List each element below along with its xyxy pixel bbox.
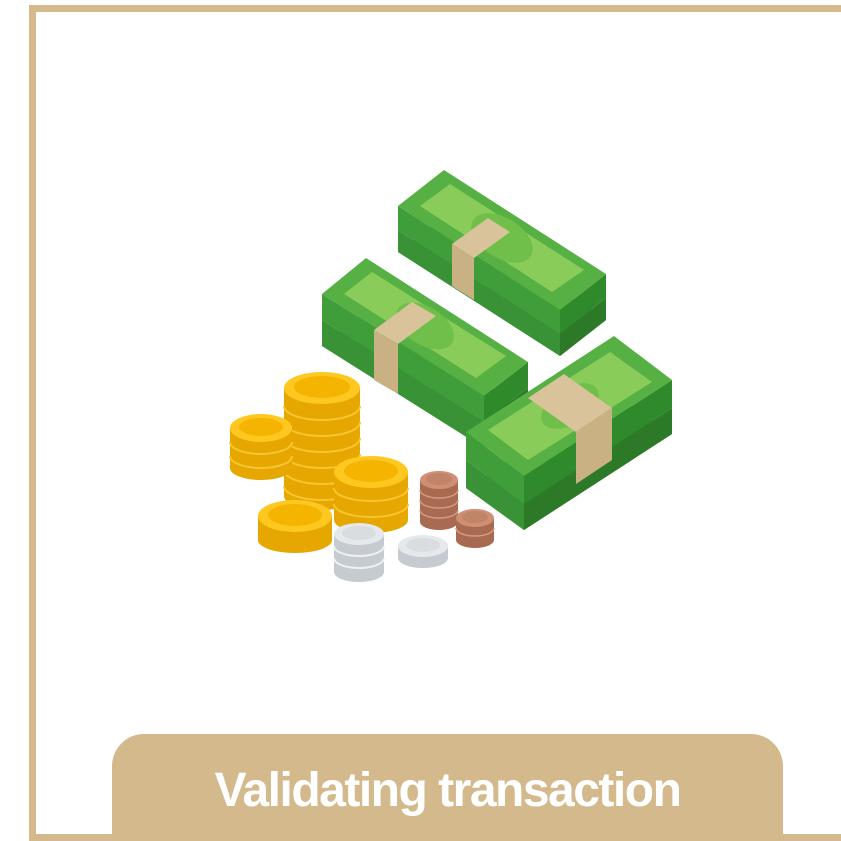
- gold-coin-stack-middle: [333, 456, 409, 533]
- silver-coin: [398, 535, 448, 568]
- gold-coin-stack-left: [229, 414, 293, 480]
- gold-coin-stack-bottom: [258, 500, 332, 553]
- money-stack-icon: [229, 170, 672, 582]
- caption-text: Validating transaction: [214, 763, 682, 817]
- copper-coin-stack-tall: [419, 471, 459, 530]
- caption-banner: Validating transaction: [112, 734, 783, 834]
- copper-coin-stack-short: [455, 509, 495, 548]
- silver-coin-stack: [333, 523, 385, 582]
